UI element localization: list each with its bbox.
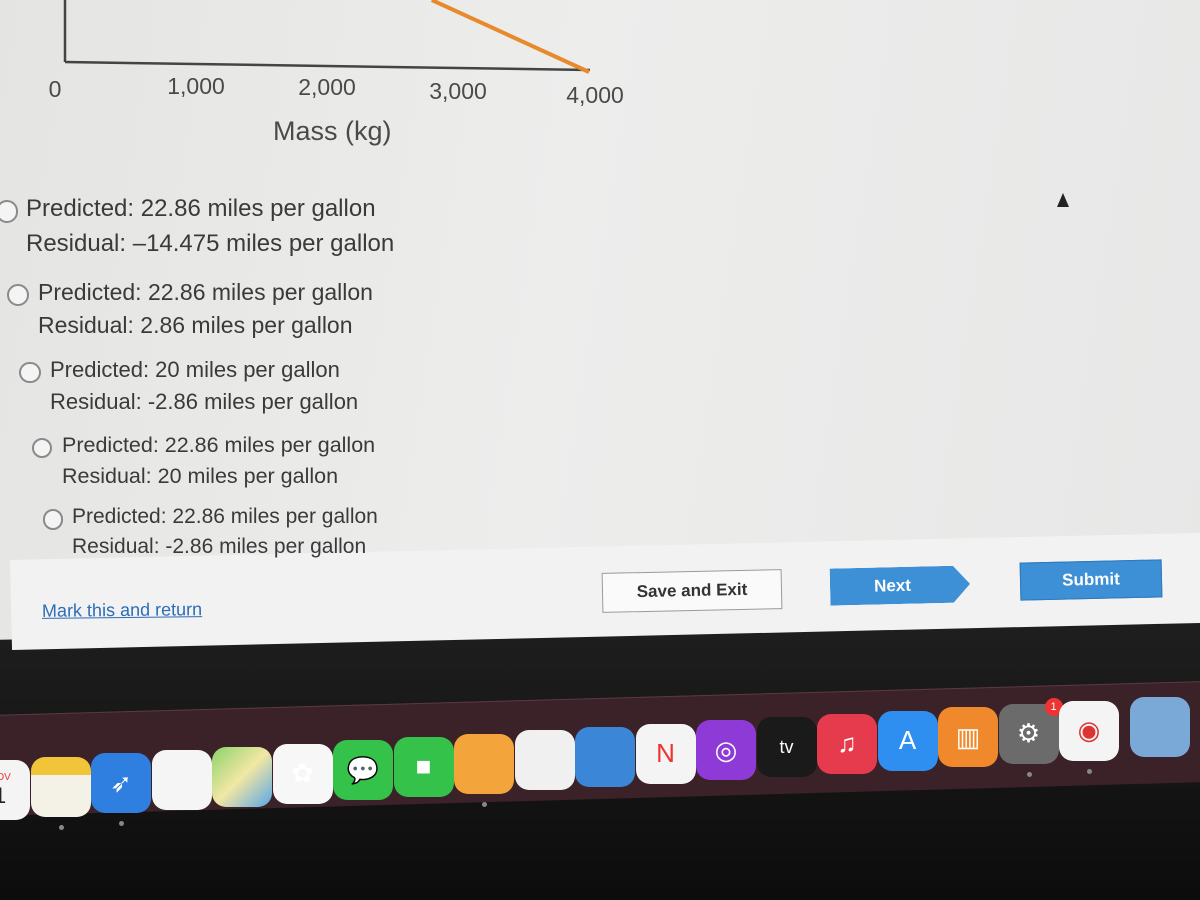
dock-facetime-icon[interactable]: ■ [393, 736, 454, 797]
dock-chrome-icon[interactable]: ◉ [1059, 700, 1119, 761]
dock-apple-tv-icon[interactable]: tv [756, 717, 817, 778]
option-text: Predicted: 20 miles per gallon Residual: … [50, 354, 358, 418]
predicted-text: Predicted: 22.86 miles per gallon [38, 279, 373, 305]
chart-plot [63, 0, 591, 74]
x-axis [64, 60, 591, 72]
calendar-day: 1 [0, 783, 6, 809]
save-and-exit-button[interactable]: Save and Exit [601, 569, 783, 613]
radio-button[interactable] [19, 361, 41, 383]
dock-keynote-icon[interactable] [575, 727, 635, 787]
running-indicator [482, 801, 487, 807]
x-tick-label: 1,000 [167, 73, 225, 99]
x-tick-label: 2,000 [298, 74, 356, 100]
calendar-month: NOV [0, 771, 11, 783]
radio-button[interactable] [7, 284, 29, 306]
predicted-text: Predicted: 22.86 miles per gallon [72, 505, 378, 528]
running-indicator [1026, 771, 1032, 777]
x-tick-label: 3,000 [429, 78, 487, 104]
predicted-text: Predicted: 22.86 miles per gallon [62, 433, 376, 457]
dock-podcasts-icon[interactable]: ◎ [696, 720, 756, 781]
running-indicator [1087, 768, 1092, 774]
option-text: Predicted: 22.86 miles per gallon Residua… [26, 192, 394, 262]
submit-button[interactable]: Submit [1019, 559, 1163, 601]
running-indicator [119, 821, 124, 827]
dock-reminders-icon[interactable] [151, 750, 212, 811]
series-line [430, 0, 590, 74]
x-tick-label: 0 [48, 76, 62, 102]
dock-app-store-icon[interactable]: A [877, 710, 938, 771]
residual-text: Residual: -2.86 miles per gallon [72, 535, 367, 559]
dock-finder-window-icon[interactable] [1129, 697, 1190, 758]
residual-text: Residual: 20 miles per gallon [62, 464, 339, 489]
x-tick-label: 4,000 [566, 82, 624, 108]
radio-button[interactable] [42, 509, 64, 530]
dock-news-icon[interactable]: N [635, 723, 696, 784]
dock-numbers-icon[interactable] [514, 730, 575, 791]
apple-tv-label: tv [779, 736, 794, 757]
dock-system-preferences-icon[interactable]: ⚙ 1 [998, 697, 1063, 764]
dock-photos-icon[interactable]: ✿ [272, 743, 333, 804]
predicted-text: Predicted: 22.86 miles per gallon [26, 195, 376, 222]
mouse-cursor-icon [1057, 193, 1069, 207]
dock-safari-icon[interactable]: ➶ [91, 753, 151, 814]
running-indicator [58, 824, 64, 830]
dock-calendar-icon[interactable]: NOV1 [0, 760, 30, 820]
dock-pages-icon[interactable] [454, 733, 514, 794]
option-text: Predicted: 22.86 miles per gallon Residua… [62, 430, 375, 492]
residual-text: Residual: –14.475 miles per gallon [26, 229, 395, 257]
mark-and-return-link[interactable]: Mark this and return [42, 599, 202, 622]
dock-messages-icon[interactable]: 💬 [333, 740, 393, 801]
dock-music-icon[interactable]: ♫ [817, 713, 877, 774]
dock-books-icon[interactable]: ▥ [938, 707, 998, 768]
dock-maps-icon[interactable] [212, 746, 272, 807]
residual-text: Residual: 2.86 miles per gallon [38, 312, 353, 339]
x-axis-label: Mass (kg) [273, 116, 392, 146]
option-text: Predicted: 22.86 miles per gallon Residua… [72, 502, 378, 563]
screen: 0 1,000 2,000 3,000 4,000 Mass (kg) Predicte… [0, 0, 1200, 900]
option-text: Predicted: 22.86 miles per gallon Residua… [38, 276, 373, 343]
predicted-text: Predicted: 20 miles per gallon [50, 357, 340, 382]
dock-notes-icon[interactable] [30, 756, 91, 817]
next-button[interactable]: Next [830, 565, 971, 605]
residual-text: Residual: -2.86 miles per gallon [50, 388, 359, 414]
